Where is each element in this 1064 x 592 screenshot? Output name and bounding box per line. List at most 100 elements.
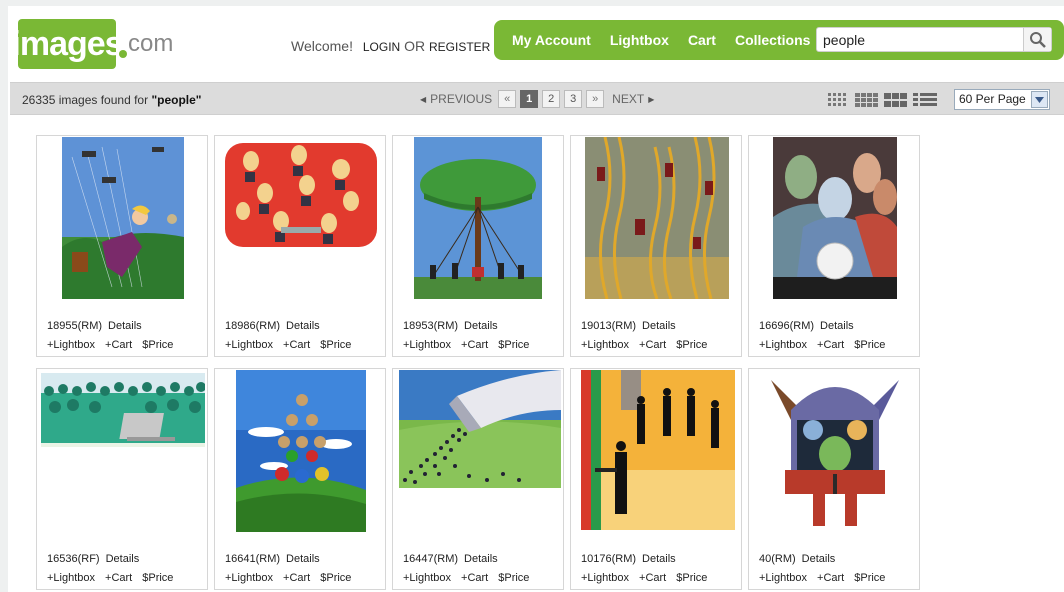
add-cart-link[interactable]: +Cart (283, 339, 310, 351)
price-link[interactable]: $Price (320, 339, 351, 351)
image-card[interactable]: 18986(RM) Details +Lightbox +Cart $Price (214, 135, 386, 357)
image-thumbnail[interactable] (399, 370, 561, 488)
large-grid-view-icon[interactable] (884, 93, 908, 107)
site-logo[interactable]: images com (11, 18, 174, 70)
login-link[interactable]: LOGIN (363, 40, 400, 54)
add-cart-link[interactable]: +Cart (461, 339, 488, 351)
price-link[interactable]: $Price (498, 339, 529, 351)
page-1-button[interactable]: 1 (520, 90, 539, 108)
nav-cart[interactable]: Cart (688, 32, 716, 48)
price-link[interactable]: $Price (854, 339, 885, 351)
image-meta: 40(RM) Details (759, 553, 841, 565)
add-cart-link[interactable]: +Cart (817, 572, 844, 584)
image-thumbnail[interactable] (41, 373, 205, 447)
previous-link[interactable]: PREVIOUS (430, 92, 492, 106)
price-link[interactable]: $Price (854, 572, 885, 584)
results-query: "people" (151, 93, 202, 107)
add-lightbox-link[interactable]: +Lightbox (581, 339, 629, 351)
last-page-button[interactable]: » (586, 90, 605, 108)
details-link[interactable]: Details (642, 553, 676, 565)
image-thumbnail[interactable] (761, 370, 909, 532)
add-cart-link[interactable]: +Cart (105, 572, 132, 584)
price-link[interactable]: $Price (142, 572, 173, 584)
pagination: ◀ PREVIOUS « 1 2 3 » NEXT ▶ (420, 90, 654, 108)
details-link[interactable]: Details (464, 553, 498, 565)
add-lightbox-link[interactable]: +Lightbox (759, 572, 807, 584)
details-link[interactable]: Details (106, 553, 140, 565)
image-card[interactable]: 40(RM) Details +Lightbox +Cart $Price (748, 368, 920, 590)
price-link[interactable]: $Price (142, 339, 173, 351)
per-page-select[interactable]: 60 Per Page (954, 89, 1050, 110)
register-link[interactable]: REGISTER (429, 40, 490, 54)
image-thumbnail[interactable] (62, 137, 184, 299)
search-button[interactable] (1023, 28, 1051, 51)
image-id: 19013(RM) (581, 320, 637, 332)
price-link[interactable]: $Price (498, 572, 529, 584)
details-link[interactable]: Details (108, 320, 142, 332)
details-link[interactable]: Details (464, 320, 498, 332)
page-2-button[interactable]: 2 (542, 90, 561, 108)
first-page-button[interactable]: « (498, 90, 517, 108)
image-actions: +Lightbox +Cart $Price (47, 339, 183, 351)
results-count-text: 26335 images found for (22, 93, 149, 107)
add-cart-link[interactable]: +Cart (639, 339, 666, 351)
price-link[interactable]: $Price (676, 339, 707, 351)
add-cart-link[interactable]: +Cart (639, 572, 666, 584)
logo-mark: images (11, 19, 124, 69)
add-lightbox-link[interactable]: +Lightbox (47, 339, 95, 351)
price-link[interactable]: $Price (320, 572, 351, 584)
page-3-button[interactable]: 3 (564, 90, 583, 108)
image-thumbnail[interactable] (414, 137, 542, 299)
image-thumbnail[interactable] (773, 137, 897, 299)
image-id: 16536(RF) (47, 553, 100, 565)
medium-grid-view-icon[interactable] (855, 93, 879, 107)
nav-lightbox[interactable]: Lightbox (610, 32, 669, 48)
details-link[interactable]: Details (642, 320, 676, 332)
image-thumbnail[interactable] (236, 370, 366, 532)
add-cart-link[interactable]: +Cart (461, 572, 488, 584)
image-actions: +Lightbox +Cart $Price (403, 339, 539, 351)
add-cart-link[interactable]: +Cart (105, 339, 132, 351)
page: images com Welcome! LOGIN OR REGISTER My… (8, 6, 1064, 592)
image-card[interactable]: 16447(RM) Details +Lightbox +Cart $Price (392, 368, 564, 590)
chevron-down-icon (1031, 91, 1048, 108)
add-lightbox-link[interactable]: +Lightbox (759, 339, 807, 351)
image-card[interactable]: 18955(RM) Details +Lightbox +Cart $Price (36, 135, 208, 357)
add-lightbox-link[interactable]: +Lightbox (225, 339, 273, 351)
nav-collections[interactable]: Collections (735, 32, 810, 48)
add-cart-link[interactable]: +Cart (283, 572, 310, 584)
next-link[interactable]: NEXT (612, 92, 644, 106)
image-actions: +Lightbox +Cart $Price (759, 339, 895, 351)
image-card[interactable]: 18953(RM) Details +Lightbox +Cart $Price (392, 135, 564, 357)
image-card[interactable]: 16696(RM) Details +Lightbox +Cart $Price (748, 135, 920, 357)
add-lightbox-link[interactable]: +Lightbox (403, 339, 451, 351)
prev-arrow-icon: ◀ (420, 94, 427, 104)
list-view-icon[interactable] (913, 93, 937, 107)
add-lightbox-link[interactable]: +Lightbox (47, 572, 95, 584)
image-meta: 16641(RM) Details (225, 553, 326, 565)
add-cart-link[interactable]: +Cart (817, 339, 844, 351)
add-lightbox-link[interactable]: +Lightbox (581, 572, 629, 584)
image-card[interactable]: 16641(RM) Details +Lightbox +Cart $Price (214, 368, 386, 590)
logo-suffix: com (128, 30, 174, 57)
details-link[interactable]: Details (286, 320, 320, 332)
details-link[interactable]: Details (820, 320, 854, 332)
small-grid-view-icon[interactable] (828, 93, 850, 107)
image-thumbnail[interactable] (581, 370, 735, 530)
image-card[interactable]: 19013(RM) Details +Lightbox +Cart $Price (570, 135, 742, 357)
image-card[interactable]: 10176(RM) Details +Lightbox +Cart $Price (570, 368, 742, 590)
image-meta: 10176(RM) Details (581, 553, 682, 565)
details-link[interactable]: Details (286, 553, 320, 565)
next-arrow-icon: ▶ (648, 94, 655, 104)
price-link[interactable]: $Price (676, 572, 707, 584)
nav-my-account[interactable]: My Account (512, 32, 591, 48)
search-input[interactable] (817, 28, 1017, 51)
details-link[interactable]: Details (802, 553, 836, 565)
image-card[interactable]: 16536(RF) Details +Lightbox +Cart $Price (36, 368, 208, 590)
view-toggles (828, 93, 937, 107)
image-thumbnail[interactable] (585, 137, 729, 299)
image-thumbnail[interactable] (221, 141, 381, 249)
add-lightbox-link[interactable]: +Lightbox (225, 572, 273, 584)
image-actions: +Lightbox +Cart $Price (403, 572, 539, 584)
add-lightbox-link[interactable]: +Lightbox (403, 572, 451, 584)
